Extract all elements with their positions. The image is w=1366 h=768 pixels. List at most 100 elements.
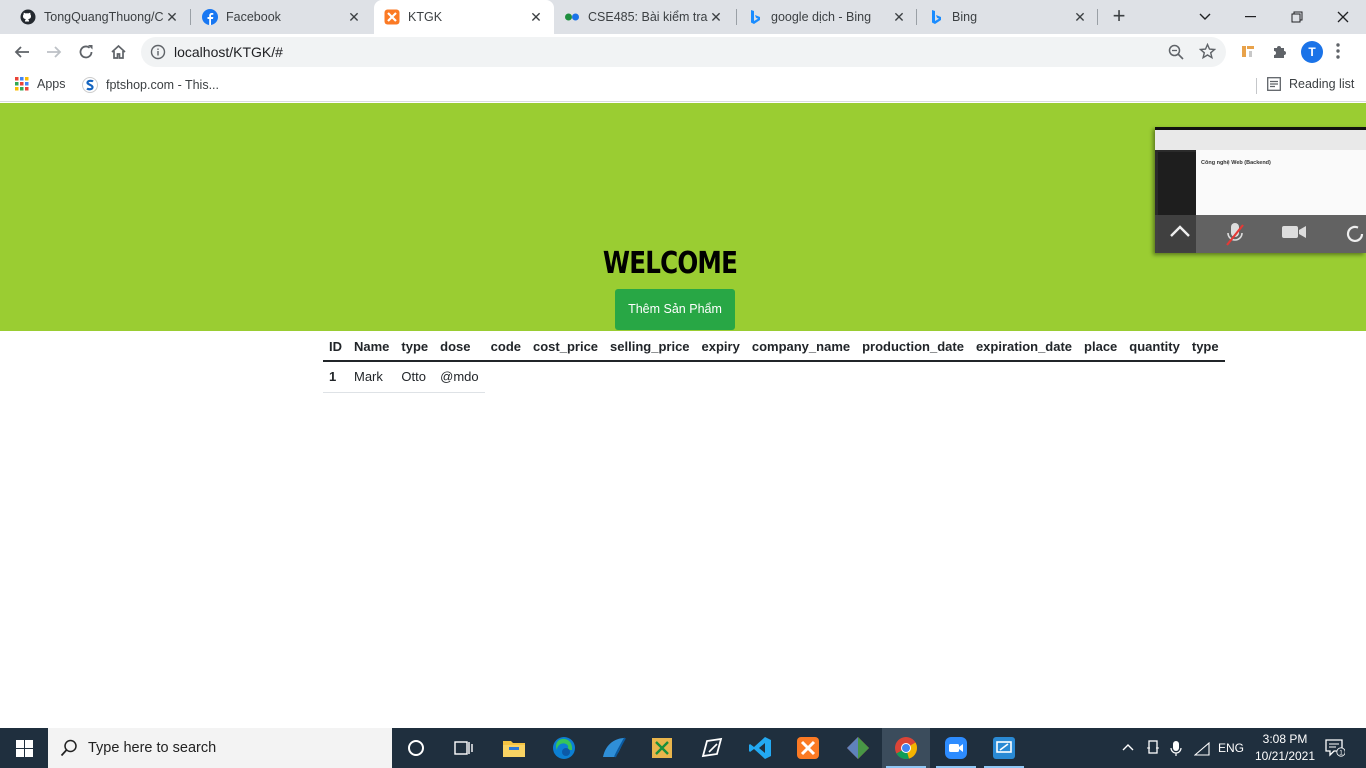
column-header: dose (434, 333, 485, 362)
close-tab-icon[interactable]: ✕ (346, 9, 362, 25)
apps-grid-icon (15, 77, 29, 91)
clock-time: 3:08 PM (1262, 732, 1308, 746)
refresh-icon[interactable] (1345, 224, 1365, 244)
file-explorer-icon[interactable] (490, 728, 538, 768)
bookmark-star-icon[interactable] (1199, 43, 1216, 60)
tab-strip: TongQuangThuong/C ✕ Facebook ✕ KTGK ✕ CS… (0, 0, 1366, 34)
add-product-button[interactable]: Thêm Sản Phẩm (615, 289, 735, 330)
tab-separator (1097, 9, 1098, 25)
browser-toolbar: localhost/KTGK/# T (0, 34, 1366, 70)
tab-title: Bing (952, 10, 978, 24)
snipping-icon[interactable] (638, 728, 686, 768)
video-call-overlay[interactable]: Công nghệ Web (Backend) (1155, 127, 1366, 253)
wifi-icon[interactable] (1194, 742, 1210, 756)
tab-cse485[interactable]: CSE485: Bài kiểm tra C ✕ (556, 0, 734, 34)
taskbar-search[interactable]: Type here to search (48, 728, 392, 768)
video-camera-icon[interactable] (1281, 224, 1307, 240)
overlay-browser-bar (1155, 130, 1366, 150)
tab-separator (916, 9, 917, 25)
column-header: company_name (745, 333, 857, 362)
bookmarks-bar: Apps fptshop.com - This... Reading list (0, 70, 1366, 102)
git-icon[interactable] (834, 728, 882, 768)
profile-avatar[interactable]: T (1301, 41, 1323, 63)
back-icon[interactable] (8, 38, 36, 66)
zoom-meeting-icon[interactable] (932, 728, 980, 768)
windows-taskbar: Type here to search ENG 3:08 PM 10/21/20… (0, 728, 1366, 768)
table-row: 1 Mark Otto @mdo (323, 361, 1225, 393)
mic-muted-icon[interactable] (1225, 221, 1245, 247)
tab-title: Facebook (226, 10, 281, 24)
system-clock[interactable]: 3:08 PM 10/21/2021 (1250, 731, 1320, 765)
tab-google-dich[interactable]: google dịch - Bing ✕ (737, 0, 917, 34)
new-tab-icon[interactable]: + (1108, 5, 1130, 27)
column-header: code (484, 333, 527, 362)
chevron-up-icon[interactable] (1122, 743, 1134, 751)
address-bar[interactable]: localhost/KTGK/# (141, 37, 1226, 67)
bookmark-fptshop[interactable]: fptshop.com - This... (82, 77, 219, 93)
reading-list-icon (1267, 77, 1281, 91)
facebook-icon (202, 9, 218, 25)
close-tab-icon[interactable]: ✕ (891, 9, 907, 25)
cell-empty (527, 361, 604, 392)
remote-icon[interactable] (688, 728, 736, 768)
reading-list-button[interactable]: Reading list (1267, 77, 1354, 91)
close-tab-icon[interactable]: ✕ (528, 9, 544, 25)
cell-empty (485, 361, 527, 392)
language-indicator[interactable]: ENG (1218, 741, 1244, 755)
table-header-row: ID Name type dose code cost_price sellin… (323, 333, 1225, 362)
cell-empty (1186, 361, 1225, 392)
classroom-icon (565, 13, 579, 21)
vscode-icon[interactable] (736, 728, 784, 768)
chevron-up-icon[interactable] (1169, 224, 1191, 238)
bookmark-label: fptshop.com - This... (106, 78, 220, 92)
extension-icon[interactable] (1240, 43, 1256, 59)
bookmark-label: Apps (37, 77, 66, 91)
cell-name: Mark (348, 361, 396, 393)
task-view-icon[interactable] (440, 728, 488, 768)
cell-empty (970, 361, 1078, 392)
bing-icon (932, 10, 941, 24)
column-header: place (1078, 333, 1124, 362)
url-text[interactable]: localhost/KTGK/# (174, 44, 283, 60)
close-window-icon[interactable] (1320, 0, 1366, 34)
cell-empty (856, 361, 970, 392)
products-table: ID Name type dose code cost_price sellin… (323, 333, 1225, 393)
tab-search-icon[interactable] (1182, 0, 1228, 34)
close-tab-icon[interactable]: ✕ (708, 9, 724, 25)
forward-icon[interactable] (40, 38, 68, 66)
restore-icon[interactable] (1274, 0, 1320, 34)
column-header: ID (323, 333, 348, 362)
home-icon[interactable] (104, 38, 132, 66)
notifications-icon[interactable]: 1 (1325, 739, 1345, 757)
github-icon (20, 9, 36, 25)
app-icon[interactable] (590, 728, 638, 768)
cortana-icon[interactable] (392, 728, 440, 768)
column-header: type (1185, 333, 1225, 362)
microphone-icon[interactable] (1170, 740, 1182, 757)
column-header: expiry (695, 333, 746, 362)
bookmark-apps[interactable]: Apps (15, 77, 66, 91)
more-menu-icon[interactable] (1336, 43, 1340, 59)
site-info-icon[interactable] (150, 44, 166, 60)
search-icon (60, 739, 77, 757)
cell-empty (1078, 361, 1123, 392)
search-placeholder: Type here to search (88, 740, 217, 756)
close-tab-icon[interactable]: ✕ (164, 9, 180, 25)
remote-desktop-icon[interactable] (980, 728, 1028, 768)
tray-app-icon[interactable] (1146, 740, 1160, 756)
close-tab-icon[interactable]: ✕ (1072, 9, 1088, 25)
reload-icon[interactable] (72, 38, 100, 66)
start-button[interactable] (0, 728, 48, 768)
xampp-icon[interactable] (784, 728, 832, 768)
minimize-icon[interactable] (1228, 0, 1274, 34)
edge-icon[interactable] (540, 728, 588, 768)
tab-ktgk[interactable]: KTGK ✕ (374, 0, 554, 34)
tab-github[interactable]: TongQuangThuong/C ✕ (0, 0, 190, 34)
zoom-icon[interactable] (1168, 44, 1184, 60)
chrome-icon[interactable] (882, 728, 930, 768)
column-header: type (395, 333, 435, 362)
tab-bing[interactable]: Bing ✕ (918, 0, 1098, 34)
tab-facebook[interactable]: Facebook ✕ (182, 0, 372, 34)
extensions-puzzle-icon[interactable] (1271, 43, 1288, 60)
bing-icon (751, 10, 760, 24)
